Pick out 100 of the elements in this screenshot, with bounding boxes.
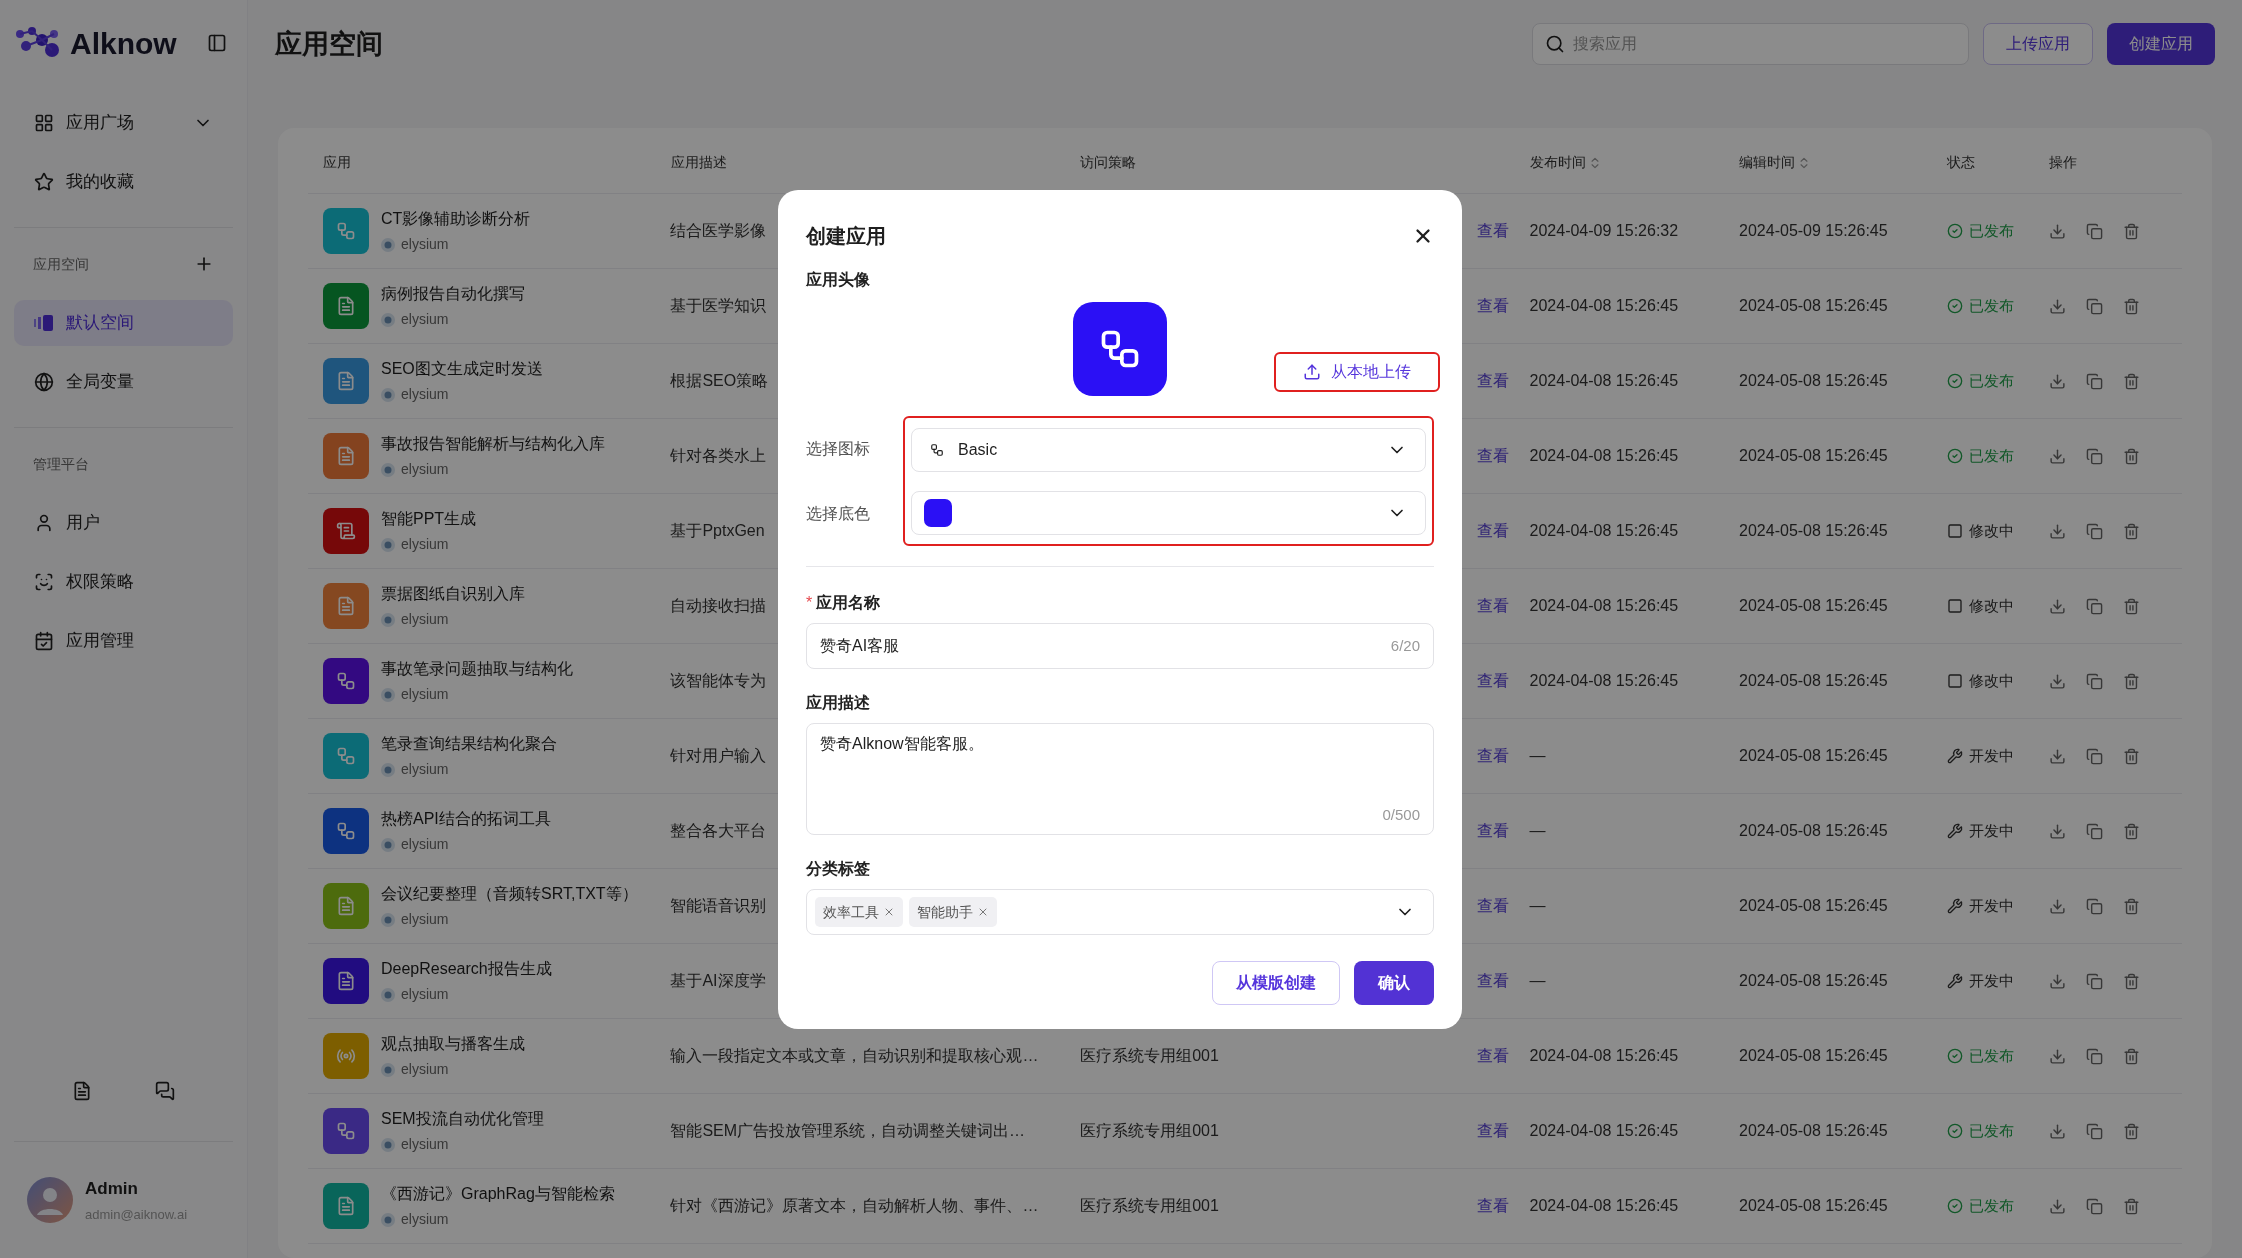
delete-icon[interactable]	[2122, 897, 2140, 915]
upload-app-button[interactable]: 上传应用	[1983, 23, 2093, 65]
nav-item[interactable]: 用户	[14, 500, 233, 546]
view-link[interactable]: 查看	[1477, 897, 1510, 914]
view-link[interactable]: 查看	[1477, 1122, 1510, 1139]
copy-icon[interactable]	[2085, 1122, 2103, 1140]
app-name[interactable]: 事故笔录问题抽取与结构化	[381, 657, 573, 681]
delete-icon[interactable]	[2122, 1122, 2140, 1140]
copy-icon[interactable]	[2085, 372, 2103, 390]
app-description-field[interactable]: 赞奇Alknow智能客服。 0/500	[806, 723, 1434, 835]
delete-icon[interactable]	[2122, 1047, 2140, 1065]
access-policy: 医疗系统专用组001	[1080, 1197, 1219, 1214]
nav-item[interactable]: 应用广场	[14, 100, 233, 146]
delete-icon[interactable]	[2122, 822, 2140, 840]
download-icon[interactable]	[2048, 822, 2066, 840]
create-app-button[interactable]: 创建应用	[2107, 23, 2215, 65]
copy-icon[interactable]	[2085, 522, 2103, 540]
download-icon[interactable]	[2048, 297, 2066, 315]
delete-icon[interactable]	[2122, 522, 2140, 540]
app-name[interactable]: 票据图纸自识别入库	[381, 582, 525, 606]
view-link[interactable]: 查看	[1477, 672, 1510, 689]
app-name[interactable]: 热榜API结合的拓词工具	[381, 807, 551, 831]
nav-item[interactable]: 默认空间	[14, 300, 233, 346]
view-link[interactable]: 查看	[1477, 597, 1510, 614]
view-link[interactable]: 查看	[1477, 747, 1510, 764]
copy-icon[interactable]	[2085, 972, 2103, 990]
view-link[interactable]: 查看	[1477, 222, 1510, 239]
copy-icon[interactable]	[2085, 672, 2103, 690]
download-icon[interactable]	[2048, 522, 2066, 540]
download-icon[interactable]	[2048, 897, 2066, 915]
view-link[interactable]: 查看	[1477, 522, 1510, 539]
app-name[interactable]: 《西游记》GraphRag与智能检索	[381, 1182, 615, 1206]
color-select[interactable]	[911, 490, 1426, 535]
delete-icon[interactable]	[2122, 672, 2140, 690]
download-icon[interactable]	[2048, 672, 2066, 690]
copy-icon[interactable]	[2085, 597, 2103, 615]
app-name[interactable]: 病例报告自动化撰写	[381, 282, 525, 306]
collapse-sidebar-icon[interactable]	[207, 33, 227, 53]
delete-icon[interactable]	[2122, 447, 2140, 465]
remove-tag-icon[interactable]	[883, 906, 895, 918]
copy-icon[interactable]	[2085, 1047, 2103, 1065]
app-name[interactable]: 观点抽取与播客生成	[381, 1032, 525, 1056]
app-name[interactable]: SEM投流自动优化管理	[381, 1107, 544, 1131]
remove-tag-icon[interactable]	[977, 906, 989, 918]
avatar[interactable]	[27, 1177, 73, 1223]
download-icon[interactable]	[2048, 972, 2066, 990]
view-link[interactable]: 查看	[1477, 1197, 1510, 1214]
app-name-field[interactable]: 赞奇AI客服 6/20	[806, 623, 1434, 669]
delete-icon[interactable]	[2122, 597, 2140, 615]
app-name[interactable]: 事故报告智能解析与结构化入库	[381, 432, 605, 456]
chat-icon[interactable]	[155, 1081, 176, 1101]
view-link[interactable]: 查看	[1477, 1047, 1510, 1064]
copy-icon[interactable]	[2085, 747, 2103, 765]
download-icon[interactable]	[2048, 372, 2066, 390]
download-icon[interactable]	[2048, 1047, 2066, 1065]
app-name[interactable]: CT影像辅助诊断分析	[381, 207, 531, 231]
download-icon[interactable]	[2048, 1122, 2066, 1140]
view-link[interactable]: 查看	[1477, 822, 1510, 839]
copy-icon[interactable]	[2085, 897, 2103, 915]
delete-icon[interactable]	[2122, 747, 2140, 765]
app-name[interactable]: 会议纪要整理（音频转SRT,TXT等）	[381, 882, 638, 906]
download-icon[interactable]	[2048, 597, 2066, 615]
download-icon[interactable]	[2048, 447, 2066, 465]
copy-icon[interactable]	[2085, 822, 2103, 840]
delete-icon[interactable]	[2122, 297, 2140, 315]
column-header[interactable]: 编辑时间	[1739, 152, 1812, 173]
app-name[interactable]: 智能PPT生成	[381, 507, 477, 531]
icon-select[interactable]: Basic	[911, 427, 1426, 472]
copy-icon[interactable]	[2085, 1197, 2103, 1215]
view-link[interactable]: 查看	[1477, 297, 1510, 314]
view-link[interactable]: 查看	[1477, 447, 1510, 464]
copy-icon[interactable]	[2085, 222, 2103, 240]
delete-icon[interactable]	[2122, 1197, 2140, 1215]
upload-local-button[interactable]: 从本地上传	[1274, 352, 1440, 392]
view-link[interactable]: 查看	[1477, 972, 1510, 989]
view-link[interactable]: 查看	[1477, 372, 1510, 389]
template-create-button[interactable]: 从模版创建	[1212, 961, 1340, 1005]
download-icon[interactable]	[2048, 747, 2066, 765]
copy-icon[interactable]	[2085, 447, 2103, 465]
edit-time: 2024-05-08 15:26:45	[1739, 747, 1888, 764]
confirm-button[interactable]: 确认	[1354, 961, 1434, 1005]
nav-item[interactable]: 权限策略	[14, 559, 233, 605]
download-icon[interactable]	[2048, 1197, 2066, 1215]
delete-icon[interactable]	[2122, 372, 2140, 390]
delete-icon[interactable]	[2122, 222, 2140, 240]
app-name[interactable]: SEO图文生成定时发送	[381, 357, 543, 381]
nav-item[interactable]: 应用管理	[14, 618, 233, 664]
nav-item[interactable]: 我的收藏	[14, 159, 233, 205]
access-policy: 医疗系统专用组001	[1080, 1047, 1219, 1064]
nav-item[interactable]: 全局变量	[14, 359, 233, 405]
publish-time: 2024-04-08 15:26:45	[1529, 1122, 1679, 1139]
app-name[interactable]: DeepResearch报告生成	[381, 957, 552, 981]
workflow-icon	[336, 221, 356, 241]
download-icon[interactable]	[2048, 222, 2066, 240]
delete-icon[interactable]	[2122, 972, 2140, 990]
copy-icon[interactable]	[2085, 297, 2103, 315]
owner-avatar-icon	[381, 987, 395, 1002]
app-name[interactable]: 笔录查询结果结构化聚合	[381, 732, 557, 756]
tags-select[interactable]: 效率工具 智能助手	[806, 889, 1434, 935]
column-header[interactable]: 发布时间	[1529, 152, 1602, 173]
